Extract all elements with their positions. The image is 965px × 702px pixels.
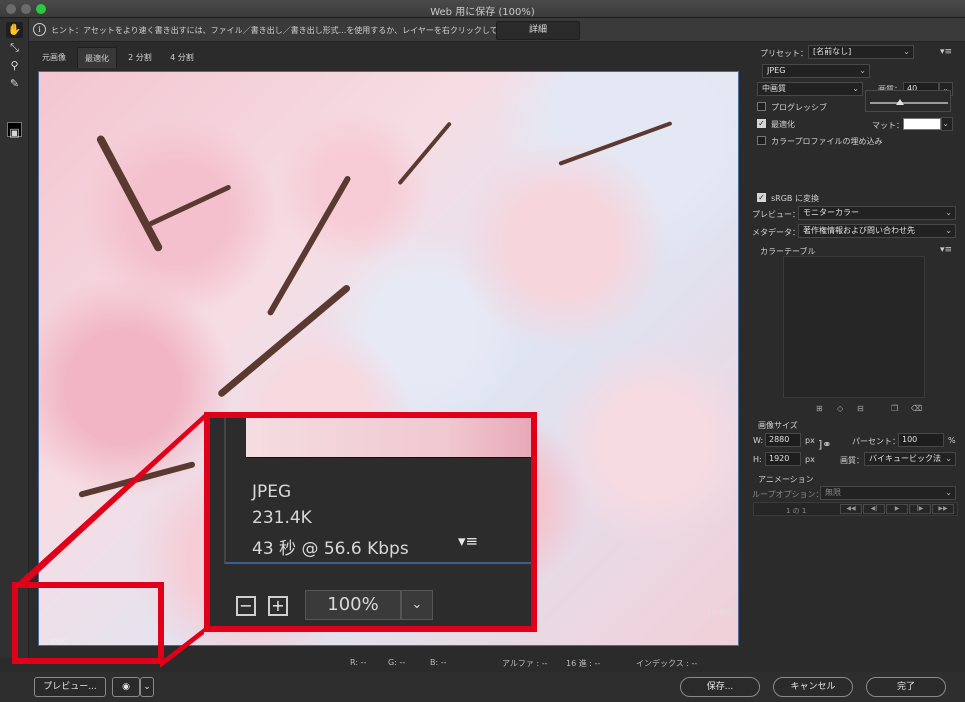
settings-panel: プリセット： [名前なし]⌄ ▾≡ JPEG⌄ 中画質⌄ 画質： 40 ⌄ プロ… [748,42,965,672]
link-icon[interactable]: ]⚭ [818,438,832,451]
format-select[interactable]: JPEG ⌄ [762,64,870,78]
quality-preset-value: 中画質 [762,84,786,93]
chevron-down-icon: ⌄ [852,84,859,93]
status-index: インデックス : -- [636,659,698,668]
chevron-down-icon: ⌄ [945,208,952,217]
new-color-icon[interactable]: ❐ [891,404,898,413]
color-table-menu-icon[interactable]: ▾≡ [940,245,952,255]
resample-value: バイキュービック法 [869,454,941,463]
progressive-checkbox[interactable] [757,102,766,111]
chevron-down-icon: ⌄ [903,47,910,56]
chevron-down-icon: ⌄ [942,119,949,128]
quality-preset-select[interactable]: 中画質 ⌄ [757,82,863,96]
preset-select[interactable]: [名前なし] ⌄ [808,45,914,59]
browser-icon[interactable]: ◉ [112,677,140,697]
cancel-button[interactable]: キャンセル [773,677,853,697]
resample-label: 画質： [840,456,864,465]
shift-color-icon[interactable]: ◇ [837,404,843,413]
last-frame-icon[interactable]: ▶▶ [932,504,954,514]
chevron-down-icon: ⌄ [859,66,866,75]
play-icon[interactable]: ▶ [886,504,908,514]
status-hex: 16 進 : -- [566,659,601,668]
height-unit: px [805,455,815,464]
quality-slider-popup [865,90,951,112]
web-snap-icon[interactable]: ⊞ [816,404,823,413]
quality-slider-track[interactable] [870,102,948,104]
percent-unit: % [948,436,956,445]
format-value: JPEG [767,66,786,75]
preview-browser-button[interactable]: プレビュー... [34,677,106,697]
save-button[interactable]: 保存... [680,677,760,697]
status-r: R: -- [350,658,367,667]
metadata-value: 著作権情報および問い合わせ先 [803,226,915,235]
percent-input[interactable]: 100 [898,433,944,447]
image-size-label: 画像サイズ [758,421,798,430]
browser-chevron-icon[interactable]: ⌄ [140,677,154,697]
preview-mode-value: モニターカラー [803,208,859,217]
preset-value: [名前なし] [813,47,852,56]
matte-dropdown[interactable]: ⌄ [941,117,953,131]
matte-color-swatch[interactable] [903,118,941,130]
matte-label: マット： [872,121,904,130]
width-input[interactable]: 2880 [765,433,801,447]
panel-menu-icon[interactable]: ▾≡ [940,47,952,57]
srgb-checkbox[interactable]: ✓ [757,193,766,202]
preset-label: プリセット： [760,49,808,58]
width-unit: px [805,436,815,445]
lock-icon[interactable]: ⊟ [857,404,864,413]
chevron-down-icon: ⌄ [945,454,952,463]
done-button[interactable]: 完了 [866,677,946,697]
previous-frame-icon[interactable]: ◀| [863,504,885,514]
chevron-down-icon: ⌄ [945,488,952,497]
quality-slider-thumb[interactable] [896,99,904,105]
trash-icon[interactable]: ⌫ [911,404,922,413]
status-alpha: アルファ : -- [502,659,548,668]
status-g: G: -- [388,658,406,667]
optimize-label: 最適化 [771,120,795,129]
status-b: B: -- [430,658,447,667]
next-frame-icon[interactable]: |▶ [909,504,931,514]
percent-label: パーセント： [852,437,900,446]
height-input[interactable]: 1920 [765,452,801,466]
loop-value: 無限 [825,488,841,497]
preview-mode-select[interactable]: モニターカラー ⌄ [798,206,956,220]
resample-select[interactable]: バイキュービック法 ⌄ [864,452,956,466]
loop-select[interactable]: 無限 ⌄ [820,486,956,500]
first-frame-icon[interactable]: ◀◀ [840,504,862,514]
color-table[interactable] [783,256,925,398]
metadata-select[interactable]: 著作権情報および問い合わせ先 ⌄ [798,224,956,238]
optimize-checkbox[interactable]: ✓ [757,119,766,128]
frame-counter: 1 の 1 [786,507,807,515]
width-label: W: [753,436,764,445]
progressive-label: プログレッシブ [771,103,827,112]
embed-profile-checkbox[interactable] [757,136,766,145]
preview-mode-label: プレビュー： [752,210,800,219]
animation-label: アニメーション [758,475,814,484]
height-label: H: [753,455,762,464]
loop-label: ループオプション： [752,490,824,499]
metadata-label: メタデータ： [752,228,800,237]
embed-profile-label: カラープロファイルの埋め込み [771,137,883,146]
chevron-down-icon: ⌄ [945,226,952,235]
srgb-label: sRGB に変換 [771,194,819,203]
